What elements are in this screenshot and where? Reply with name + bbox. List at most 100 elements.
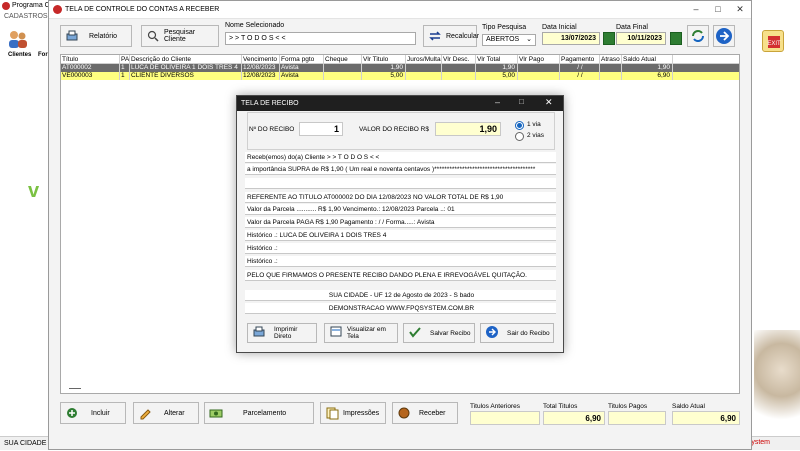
relatorio-button[interactable]: Relatório: [60, 25, 132, 47]
table-cell: 1,90: [362, 64, 406, 72]
valor-recibo-field[interactable]: 1,90: [435, 122, 501, 136]
next-button[interactable]: [713, 25, 735, 47]
grid-column-header[interactable]: Atraso: [600, 55, 622, 63]
data-final-label: Data Final: [616, 24, 648, 31]
window-app-icon: [53, 5, 62, 14]
table-cell: [442, 72, 476, 80]
pesquisar-cliente-button[interactable]: Pesquisar Cliente: [141, 25, 219, 47]
titulos-anteriores-value: [470, 411, 540, 425]
via1-radio[interactable]: [515, 121, 524, 130]
recibo-line: Receb(emos) do(a) Cliente > > T O D O S …: [245, 152, 556, 163]
visualizar-tela-button[interactable]: Visualizar em Tela: [324, 323, 398, 343]
titulos-pagos-value: [608, 411, 666, 425]
table-cell: [518, 64, 560, 72]
parcelamento-button[interactable]: Parcelamento: [204, 402, 314, 424]
data-inicial-field[interactable]: 13/07/2023: [542, 32, 600, 45]
recibo-dialog: TELA DE RECIBO – □ ✕ Nº DO RECIBO 1 VALO…: [236, 95, 564, 353]
table-cell: [600, 72, 622, 80]
calendar-final-icon[interactable]: [670, 32, 682, 45]
impressoes-button[interactable]: Impressões: [320, 402, 386, 424]
table-cell: / /: [560, 72, 600, 80]
dialog-title: TELA DE RECIBO: [241, 100, 299, 107]
edit-icon: [138, 406, 152, 420]
close-icon[interactable]: ✕: [735, 4, 745, 14]
dialog-titlebar: TELA DE RECIBO: [237, 96, 563, 111]
nro-recibo-field[interactable]: 1: [299, 122, 343, 136]
grid-column-header[interactable]: Pagamento: [560, 55, 600, 63]
dialog-maximize-icon[interactable]: □: [519, 97, 524, 106]
table-cell: Avista: [280, 72, 324, 80]
tipo-pesquisa-label: Tipo Pesquisa: [482, 24, 527, 31]
clientes-tool-label: Clientes: [8, 52, 32, 58]
minimize-icon[interactable]: –: [691, 4, 701, 14]
alterar-label: Alterar: [164, 409, 185, 417]
calendar-inicial-icon[interactable]: [603, 32, 615, 45]
grid-body: AT000002 1 LUCA DE OLIVEIRA 1 DOIS TRES 41…: [61, 64, 739, 80]
status-city: SUA CIDADE -: [4, 440, 51, 447]
table-cell: 12/08/2023: [242, 72, 280, 80]
imprimir-direto-button[interactable]: Imprimir Direto: [247, 323, 317, 343]
grid-column-header[interactable]: Cheque: [324, 55, 362, 63]
dialog-minimize-icon[interactable]: –: [495, 97, 500, 107]
recalcular-button[interactable]: Recalcular: [423, 25, 479, 47]
tipo-pesquisa-select[interactable]: ABERTOS ⌄: [482, 34, 536, 46]
data-final-field[interactable]: 10/11/2023: [616, 32, 666, 45]
recibo-line: Histórico .:: [245, 256, 556, 267]
svg-text:EXIT: EXIT: [767, 41, 781, 47]
recibo-line: Valor da Parcela ........... R$ 1,90 Ven…: [245, 204, 556, 215]
via2-radio[interactable]: [515, 132, 524, 141]
grid-column-header[interactable]: Vlr Total: [476, 55, 518, 63]
receber-button[interactable]: Receber: [392, 402, 458, 424]
exit-tool-icon[interactable]: EXIT: [762, 30, 784, 52]
grid-column-header[interactable]: Vlr Pago: [518, 55, 560, 63]
table-row[interactable]: AT000002 1 LUCA DE OLIVEIRA 1 DOIS TRES 41…: [61, 64, 739, 72]
table-cell: 1: [120, 64, 130, 72]
window-titlebar: TELA DE CONTROLE DO CONTAS A RECEBER: [49, 1, 751, 19]
saldo-atual-label: Saldo Atual: [672, 403, 705, 410]
screen-icon: [329, 325, 343, 341]
grid-column-header[interactable]: Juros/Multa: [406, 55, 442, 63]
grid-column-header[interactable]: Vlr Desc.: [442, 55, 476, 63]
table-cell: [600, 64, 622, 72]
app-logo-icon: [2, 2, 10, 10]
incluir-button[interactable]: Incluir: [60, 402, 126, 424]
grid-column-header[interactable]: Título: [61, 55, 120, 63]
nome-selecionado-field[interactable]: > > T O D O S < <: [225, 32, 416, 45]
grid-column-header[interactable]: Vencimento: [242, 55, 280, 63]
table-cell: [324, 72, 362, 80]
refresh-button[interactable]: [687, 25, 709, 47]
clientes-tool-icon[interactable]: [6, 28, 28, 50]
table-cell: 12/08/2023: [242, 64, 280, 72]
table-cell: [406, 64, 442, 72]
salvar-recibo-button[interactable]: Salvar Recibo: [403, 323, 475, 343]
grid-column-header[interactable]: Forma pgto: [280, 55, 324, 63]
dialog-close-icon[interactable]: ✕: [545, 97, 553, 108]
table-cell: [442, 64, 476, 72]
table-cell: VE000003: [61, 72, 120, 80]
alterar-button[interactable]: Alterar: [133, 402, 199, 424]
documents-icon: [325, 406, 339, 420]
sair-recibo-label: Sair do Recibo: [507, 329, 550, 337]
chevron-down-icon: ⌄: [526, 36, 532, 43]
titulos-anteriores-label: Titulos Anteriores: [470, 403, 520, 410]
nome-selecionado-label: Nome Selecionado: [225, 22, 285, 29]
maximize-icon[interactable]: □: [713, 4, 723, 14]
recibo-line: Histórico .: LUCA DE OLIVEIRA 1 DOIS TRE…: [245, 230, 556, 241]
grid-column-header[interactable]: Vlr Titulo: [362, 55, 406, 63]
bg-decoration-image: [754, 330, 800, 430]
add-record-icon: [65, 406, 79, 420]
salvar-recibo-label: Salvar Recibo: [430, 329, 471, 337]
refresh-icon: [692, 30, 704, 42]
grid-column-header[interactable]: PA: [120, 55, 130, 63]
grid-column-header[interactable]: Saldo Atual: [622, 55, 673, 63]
demo-line: DEMONSTRACAO WWW.FPQSYSTEM.COM.BR: [245, 303, 556, 314]
table-cell: 1: [120, 72, 130, 80]
grid-marker: [69, 388, 81, 389]
sair-recibo-button[interactable]: Sair do Recibo: [480, 323, 554, 343]
pesquisar-cliente-label: Pesquisar Cliente: [164, 29, 196, 43]
recibo-line: a importância SUPRA de R$ 1,90 ( Um real…: [245, 164, 556, 175]
table-row[interactable]: VE000003 1 CLIENTE DIVERSOS 12/08/2023 Avist…: [61, 72, 739, 80]
table-cell: AT000002: [61, 64, 120, 72]
table-cell: [518, 72, 560, 80]
grid-column-header[interactable]: Descrição do Cliente: [130, 55, 242, 63]
